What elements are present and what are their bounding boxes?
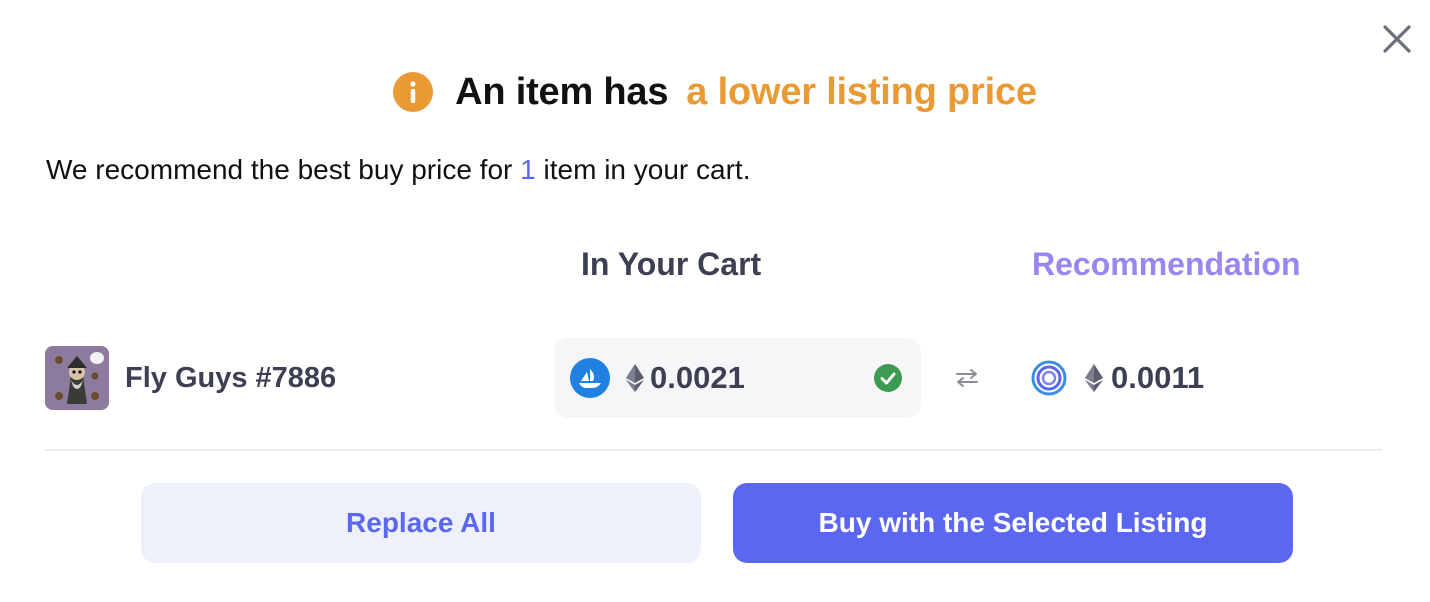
ethereum-icon xyxy=(626,364,644,392)
dialog-subtitle: We recommend the best buy price for 1 it… xyxy=(46,154,750,186)
nft-thumbnail xyxy=(45,346,109,410)
divider xyxy=(45,449,1382,451)
item-name: Fly Guys #7886 xyxy=(125,362,337,394)
cart-price: 0.0021 xyxy=(650,360,745,395)
close-icon[interactable] xyxy=(1380,22,1414,56)
subtitle-suffix: item in your cart. xyxy=(543,154,751,185)
column-header-recommendation: Recommendation xyxy=(1032,246,1301,282)
recommendation-price: 0.0011 xyxy=(1111,360,1205,395)
replace-all-button[interactable]: Replace All xyxy=(141,483,701,563)
item-count: 1 xyxy=(520,154,536,185)
subtitle-prefix: We recommend the best buy price for xyxy=(46,154,513,185)
dialog-title-highlight: a lower listing price xyxy=(686,70,1037,113)
dialog-title: An item has xyxy=(455,70,669,113)
ethereum-icon xyxy=(1085,364,1103,392)
dialog-header: An item has a lower listing price xyxy=(0,66,1430,118)
cart-listing[interactable]: 0.0021 xyxy=(554,338,921,418)
opensea-icon xyxy=(570,358,610,398)
swap-icon xyxy=(956,369,978,387)
marketplace-ring-icon[interactable] xyxy=(1031,360,1067,396)
column-header-cart: In Your Cart xyxy=(581,246,762,282)
info-icon xyxy=(393,72,434,112)
check-icon xyxy=(874,364,902,392)
lower-price-dialog: An item has a lower listing price We rec… xyxy=(0,0,1430,602)
item-row: Fly Guys #7886 0.0021 0.0011 xyxy=(45,338,1385,418)
buy-selected-button[interactable]: Buy with the Selected Listing xyxy=(733,483,1293,563)
